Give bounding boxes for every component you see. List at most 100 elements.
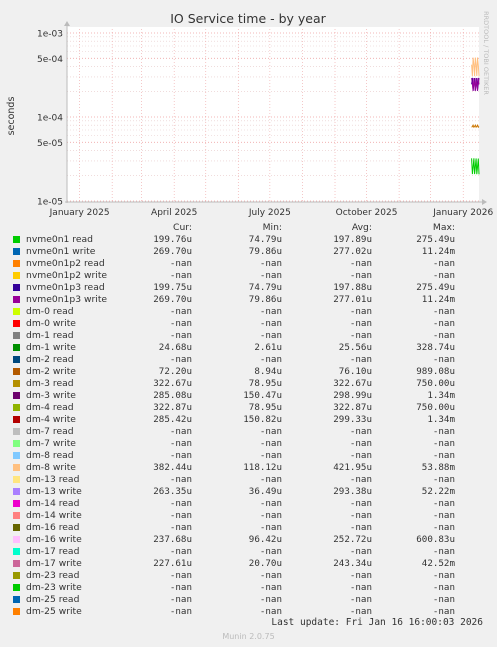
legend-swatch bbox=[13, 536, 20, 543]
legend-swatch bbox=[13, 572, 20, 579]
legend-swatch bbox=[13, 560, 20, 567]
legend-value-avg: -nan bbox=[349, 318, 372, 329]
legend-value-max: -nan bbox=[432, 594, 455, 605]
legend-series-name: dm-0 read bbox=[26, 306, 74, 317]
legend-value-cur: 382.44u bbox=[153, 462, 192, 473]
legend-swatch bbox=[13, 272, 20, 279]
legend-swatch bbox=[13, 608, 20, 615]
legend-value-max: -nan bbox=[432, 318, 455, 329]
legend-value-max: 275.49u bbox=[416, 234, 455, 245]
legend-series-name: dm-4 read bbox=[26, 402, 74, 413]
legend-value-min: -nan bbox=[259, 318, 282, 329]
legend-value-min: -nan bbox=[259, 306, 282, 317]
legend-swatch bbox=[13, 368, 20, 375]
legend-value-min: 74.79u bbox=[248, 282, 282, 293]
legend-value-min: 79.86u bbox=[248, 246, 282, 257]
legend-swatch bbox=[13, 332, 20, 339]
legend-series-name: dm-7 write bbox=[26, 438, 76, 449]
legend-swatch bbox=[13, 260, 20, 267]
legend-value-cur: 285.08u bbox=[153, 390, 192, 401]
legend-value-min: -nan bbox=[259, 450, 282, 461]
legend-value-max: -nan bbox=[432, 306, 455, 317]
legend-value-cur: -nan bbox=[169, 498, 192, 509]
legend-value-cur: -nan bbox=[169, 510, 192, 521]
legend-value-avg: 293.38u bbox=[333, 486, 372, 497]
legend-value-cur: -nan bbox=[169, 474, 192, 485]
legend-value-max: -nan bbox=[432, 258, 455, 269]
legend-value-avg: 197.88u bbox=[333, 282, 372, 293]
legend-value-max: -nan bbox=[432, 450, 455, 461]
legend-value-cur: 227.61u bbox=[153, 558, 192, 569]
legend-value-avg: -nan bbox=[349, 330, 372, 341]
legend-value-min: 36.49u bbox=[248, 486, 282, 497]
y-tick-labels: 1e-03 5e-04 1e-04 5e-05 1e-05 bbox=[37, 30, 63, 208]
legend-swatch bbox=[13, 416, 20, 423]
legend-value-cur: -nan bbox=[169, 582, 192, 593]
legend-series-name: dm-17 write bbox=[26, 558, 82, 569]
legend-value-cur: 24.68u bbox=[158, 342, 192, 353]
legend-swatch bbox=[13, 428, 20, 435]
legend-series-name: dm-1 write bbox=[26, 342, 76, 353]
legend-series-name: dm-2 read bbox=[26, 354, 74, 365]
legend-swatch bbox=[13, 296, 20, 303]
legend-series-name: dm-0 write bbox=[26, 318, 76, 329]
legend-value-avg: 322.87u bbox=[333, 402, 372, 413]
legend-value-cur: -nan bbox=[169, 318, 192, 329]
header-avg: Avg: bbox=[351, 222, 372, 233]
legend-value-avg: -nan bbox=[349, 270, 372, 281]
legend-swatch bbox=[13, 248, 20, 255]
legend-swatch bbox=[13, 440, 20, 447]
legend-value-cur: 263.35u bbox=[153, 486, 192, 497]
legend-swatch bbox=[13, 512, 20, 519]
legend-value-avg: 298.99u bbox=[333, 390, 372, 401]
legend-value-min: -nan bbox=[259, 510, 282, 521]
legend-value-avg: -nan bbox=[349, 594, 372, 605]
legend-series-name: dm-8 write bbox=[26, 462, 76, 473]
y-axis-arrow bbox=[64, 21, 70, 26]
legend-value-avg: -nan bbox=[349, 522, 372, 533]
x-tick-label: January 2025 bbox=[49, 208, 110, 218]
legend-value-cur: 237.68u bbox=[153, 534, 192, 545]
legend-value-max: 52.22m bbox=[421, 486, 455, 497]
legend-value-cur: -nan bbox=[169, 522, 192, 533]
legend-swatch bbox=[13, 284, 20, 291]
legend-series-name: dm-17 read bbox=[26, 546, 80, 557]
legend-value-min: -nan bbox=[259, 270, 282, 281]
legend-swatch bbox=[13, 356, 20, 363]
legend-value-avg: 277.01u bbox=[333, 294, 372, 305]
legend-value-max: -nan bbox=[432, 270, 455, 281]
legend-series-name: dm-16 read bbox=[26, 522, 80, 533]
legend-value-cur: -nan bbox=[169, 570, 192, 581]
legend-swatch bbox=[13, 476, 20, 483]
legend-value-cur: -nan bbox=[169, 306, 192, 317]
legend-series-name: dm-13 read bbox=[26, 474, 80, 485]
legend-value-min: -nan bbox=[259, 594, 282, 605]
legend-value-cur: -nan bbox=[169, 330, 192, 341]
legend-value-min: -nan bbox=[259, 354, 282, 365]
legend-value-min: -nan bbox=[259, 546, 282, 557]
legend-value-avg: 243.34u bbox=[333, 558, 372, 569]
legend-value-max: 11.24m bbox=[421, 294, 455, 305]
legend-swatch bbox=[13, 524, 20, 531]
legend-value-avg: 252.72u bbox=[333, 534, 372, 545]
legend-value-avg: -nan bbox=[349, 306, 372, 317]
legend-series-name: dm-14 write bbox=[26, 510, 82, 521]
legend-value-max: 328.74u bbox=[416, 342, 455, 353]
legend-series-name: nvme0n1p2 write bbox=[26, 270, 108, 281]
chart: IO Service time - by year seconds RRDTOO… bbox=[6, 11, 493, 218]
legend-swatch bbox=[13, 236, 20, 243]
legend-value-max: 750.00u bbox=[416, 402, 455, 413]
legend-value-avg: 322.67u bbox=[333, 378, 372, 389]
legend-swatch bbox=[13, 404, 20, 411]
header-min: Min: bbox=[262, 222, 282, 233]
legend-series-name: dm-14 read bbox=[26, 498, 80, 509]
legend-value-cur: 269.70u bbox=[153, 294, 192, 305]
legend-value-cur: 199.75u bbox=[153, 282, 192, 293]
legend-value-avg: 277.02u bbox=[333, 246, 372, 257]
legend-value-max: -nan bbox=[432, 522, 455, 533]
legend-series-name: dm-3 write bbox=[26, 390, 76, 401]
legend-value-max: -nan bbox=[432, 330, 455, 341]
legend-value-cur: -nan bbox=[169, 546, 192, 557]
legend-value-max: -nan bbox=[432, 582, 455, 593]
x-tick-label: April 2025 bbox=[151, 208, 197, 218]
